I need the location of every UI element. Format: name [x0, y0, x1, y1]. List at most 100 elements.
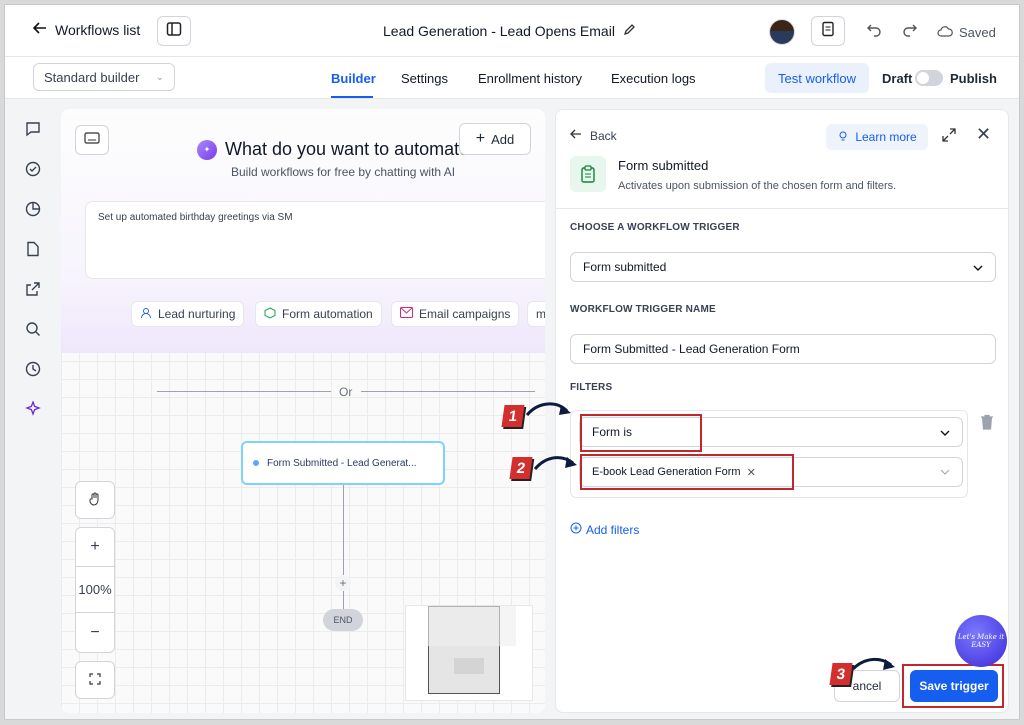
annotation-arrow-1 [525, 402, 571, 417]
save-trigger-button[interactable]: Save trigger [910, 670, 998, 702]
divider-left [157, 391, 331, 392]
trigger-title: Form submitted [618, 158, 709, 173]
trigger-name-input[interactable]: Form Submitted - Lead Generation Form [570, 334, 996, 364]
trigger-node[interactable]: Form Submitted - Lead Generat... [241, 441, 445, 485]
sub-bar: Standard builder ⌄ Builder Settings Enro… [5, 57, 1019, 99]
workflows-list-link[interactable]: Workflows list [32, 21, 141, 38]
highlight-box-2 [580, 454, 794, 490]
external-link-icon[interactable] [23, 279, 43, 299]
trash-icon[interactable] [980, 414, 994, 433]
trigger-name-label: WORKFLOW TRIGGER NAME [570, 304, 716, 315]
trigger-type-value: Form submitted [583, 260, 667, 274]
step-badge-2: 2 [509, 457, 533, 479]
chat-icon[interactable] [23, 119, 43, 139]
chip-label: Lead nurturing [158, 307, 236, 321]
panel-back-button[interactable]: Back [570, 128, 617, 143]
saved-label: Saved [959, 25, 996, 40]
undo-icon [866, 21, 882, 42]
or-label: Or [339, 385, 353, 399]
expand-icon [89, 672, 101, 688]
keyboard-button[interactable] [75, 125, 109, 155]
panel-divider [556, 208, 1008, 209]
check-circle-icon[interactable] [23, 159, 43, 179]
arrow-left-icon [32, 21, 47, 38]
ai-prompt-input[interactable]: Set up automated birthday greetings via … [85, 201, 545, 279]
cube-icon [264, 306, 276, 322]
active-tab-indicator [331, 96, 373, 98]
fit-view-button[interactable] [75, 661, 115, 699]
lightbulb-icon [837, 130, 849, 145]
minimap[interactable] [405, 605, 533, 701]
learn-more-label: Learn more [855, 130, 917, 144]
workflow-title-text: Lead Generation - Lead Opens Email [383, 23, 615, 39]
tab-settings[interactable]: Settings [401, 71, 448, 86]
redo-button[interactable] [893, 16, 927, 46]
document-list-icon [820, 21, 836, 42]
undo-button[interactable] [857, 16, 891, 46]
chip-label: Email campaigns [419, 307, 511, 321]
connector-line [343, 591, 344, 609]
chip-email-campaigns[interactable]: Email campaigns [391, 301, 520, 327]
expand-panel-icon[interactable] [942, 128, 956, 145]
pan-tool-button[interactable] [75, 481, 115, 519]
chevron-down-icon [940, 466, 950, 478]
minimap-node [454, 658, 484, 674]
trigger-type-select[interactable]: Form submitted [570, 252, 996, 282]
user-icon [140, 307, 152, 322]
tab-execution-logs[interactable]: Execution logs [611, 71, 696, 86]
chip-label: Form automation [282, 307, 373, 321]
mail-icon [400, 307, 413, 321]
chip-lead-nurturing[interactable]: Lead nurturing [131, 301, 245, 327]
sidebar-panel-icon [166, 21, 182, 42]
publish-toggle[interactable] [915, 70, 943, 86]
add-step-button[interactable]: + [335, 575, 351, 591]
builder-select-value: Standard builder [44, 69, 140, 85]
logs-button[interactable] [811, 16, 845, 46]
tab-enrollment-history[interactable]: Enrollment history [478, 71, 582, 86]
workflow-title: Lead Generation - Lead Opens Email [383, 23, 636, 39]
saved-status: Saved [937, 25, 996, 40]
chip-form-automation[interactable]: Form automation [255, 301, 382, 327]
add-button[interactable]: + Add [459, 123, 531, 155]
builder-select[interactable]: Standard builder ⌄ [33, 63, 175, 91]
keyboard-icon [84, 131, 100, 149]
pencil-icon[interactable] [623, 23, 636, 39]
ai-builder-panel: ✦ What do you want to automate + Add Bui… [61, 109, 545, 353]
publish-label: Publish [950, 71, 997, 86]
tab-builder[interactable]: Builder [331, 71, 376, 86]
cloud-check-icon [937, 25, 953, 40]
trigger-node-label: Form Submitted - Lead Generat... [267, 457, 417, 469]
highlight-box-1 [580, 414, 702, 452]
test-workflow-button[interactable]: Test workflow [765, 63, 869, 93]
annotation-arrow-3 [851, 658, 895, 671]
search-icon[interactable] [23, 319, 43, 339]
user-avatar[interactable] [769, 19, 795, 45]
add-label: Add [491, 131, 515, 147]
ai-title-text: What do you want to automate [225, 139, 470, 159]
workflows-list-label: Workflows list [55, 21, 141, 38]
step-badge-3: 3 [829, 663, 853, 685]
sparkle-icon[interactable] [23, 399, 43, 419]
plus-circle-icon [570, 522, 582, 537]
trigger-settings-panel: Back Learn more ✕ Form submitted Activat… [555, 109, 1009, 713]
pie-chart-icon[interactable] [23, 199, 43, 219]
chip-more[interactable]: me [527, 301, 545, 327]
zoom-out-button[interactable]: − [75, 613, 115, 653]
file-icon[interactable] [23, 239, 43, 259]
history-icon[interactable] [23, 359, 43, 379]
sidebar-toggle-button[interactable] [157, 16, 191, 46]
zoom-in-button[interactable]: + [75, 527, 115, 567]
choose-trigger-label: CHOOSE A WORKFLOW TRIGGER [570, 222, 740, 233]
add-filters-button[interactable]: Add filters [570, 522, 639, 537]
ai-logo-icon: ✦ [197, 139, 217, 160]
node-status-dot [253, 460, 259, 466]
chevron-down-icon: ⌄ [155, 71, 164, 83]
learn-more-button[interactable]: Learn more [826, 124, 928, 150]
redo-icon [902, 21, 918, 42]
top-bar: Workflows list Lead Generation - Lead Op… [5, 5, 1019, 57]
zoom-level: 100% [75, 567, 115, 613]
left-rail [5, 99, 59, 719]
annotation-arrow-2 [533, 456, 577, 471]
close-icon[interactable]: ✕ [976, 124, 991, 145]
workflow-canvas[interactable]: ✦ What do you want to automate + Add Bui… [61, 109, 545, 713]
